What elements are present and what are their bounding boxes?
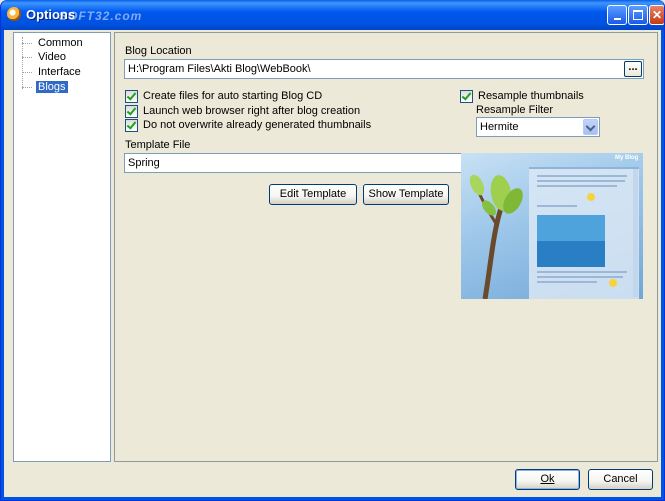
tree-item-video[interactable]: Video xyxy=(22,51,68,64)
checkbox-checked-icon xyxy=(125,119,138,132)
maximize-icon[interactable] xyxy=(628,5,648,25)
tree-item-blogs[interactable]: Blogs xyxy=(22,81,68,94)
options-tree: Common Video Interface Blogs xyxy=(13,32,111,462)
edit-template-button[interactable]: Edit Template xyxy=(269,184,357,205)
app-icon xyxy=(7,7,21,21)
checkbox-checked-icon xyxy=(125,105,138,118)
spring-branch-illustration xyxy=(469,167,639,299)
watermark: SOFT32.com xyxy=(59,9,143,23)
browse-button[interactable]: ... xyxy=(624,61,642,77)
checkbox-checked-icon xyxy=(125,90,138,103)
title-bar[interactable]: Options SOFT32.com ✕ xyxy=(1,0,664,30)
cancel-button[interactable]: Cancel xyxy=(588,469,653,490)
resample-filter-select[interactable]: Hermite xyxy=(476,117,600,137)
blog-location-input[interactable]: H:\Program Files\Akti Blog\WebBook\ xyxy=(124,59,644,79)
preview-blog-title: My Blog xyxy=(615,155,639,161)
tree-item-common[interactable]: Common xyxy=(22,37,85,50)
resample-thumbnails-checkbox[interactable]: Resample thumbnails xyxy=(460,90,584,103)
client-area: Common Video Interface Blogs Blog Locati… xyxy=(4,30,661,497)
template-preview-image: My Blog xyxy=(461,153,643,299)
checkbox-checked-icon xyxy=(460,90,473,103)
no-overwrite-checkbox[interactable]: Do not overwrite already generated thumb… xyxy=(125,119,371,132)
show-template-button[interactable]: Show Template xyxy=(363,184,449,205)
blogs-settings-panel: Blog Location H:\Program Files\Akti Blog… xyxy=(114,32,658,462)
chevron-down-icon[interactable] xyxy=(583,119,598,135)
blog-location-label: Blog Location xyxy=(125,45,192,57)
template-file-label: Template File xyxy=(125,139,191,151)
template-file-select[interactable]: Spring xyxy=(124,153,507,173)
ok-button[interactable]: Ok xyxy=(515,469,580,490)
tree-item-interface[interactable]: Interface xyxy=(22,66,83,79)
options-window: Options SOFT32.com ✕ Common Video Interf… xyxy=(0,0,665,501)
minimize-icon[interactable] xyxy=(607,5,627,25)
resample-filter-label: Resample Filter xyxy=(476,104,554,116)
auto-start-checkbox[interactable]: Create files for auto starting Blog CD xyxy=(125,90,322,103)
launch-browser-checkbox[interactable]: Launch web browser right after blog crea… xyxy=(125,105,360,118)
close-icon[interactable]: ✕ xyxy=(649,5,664,25)
